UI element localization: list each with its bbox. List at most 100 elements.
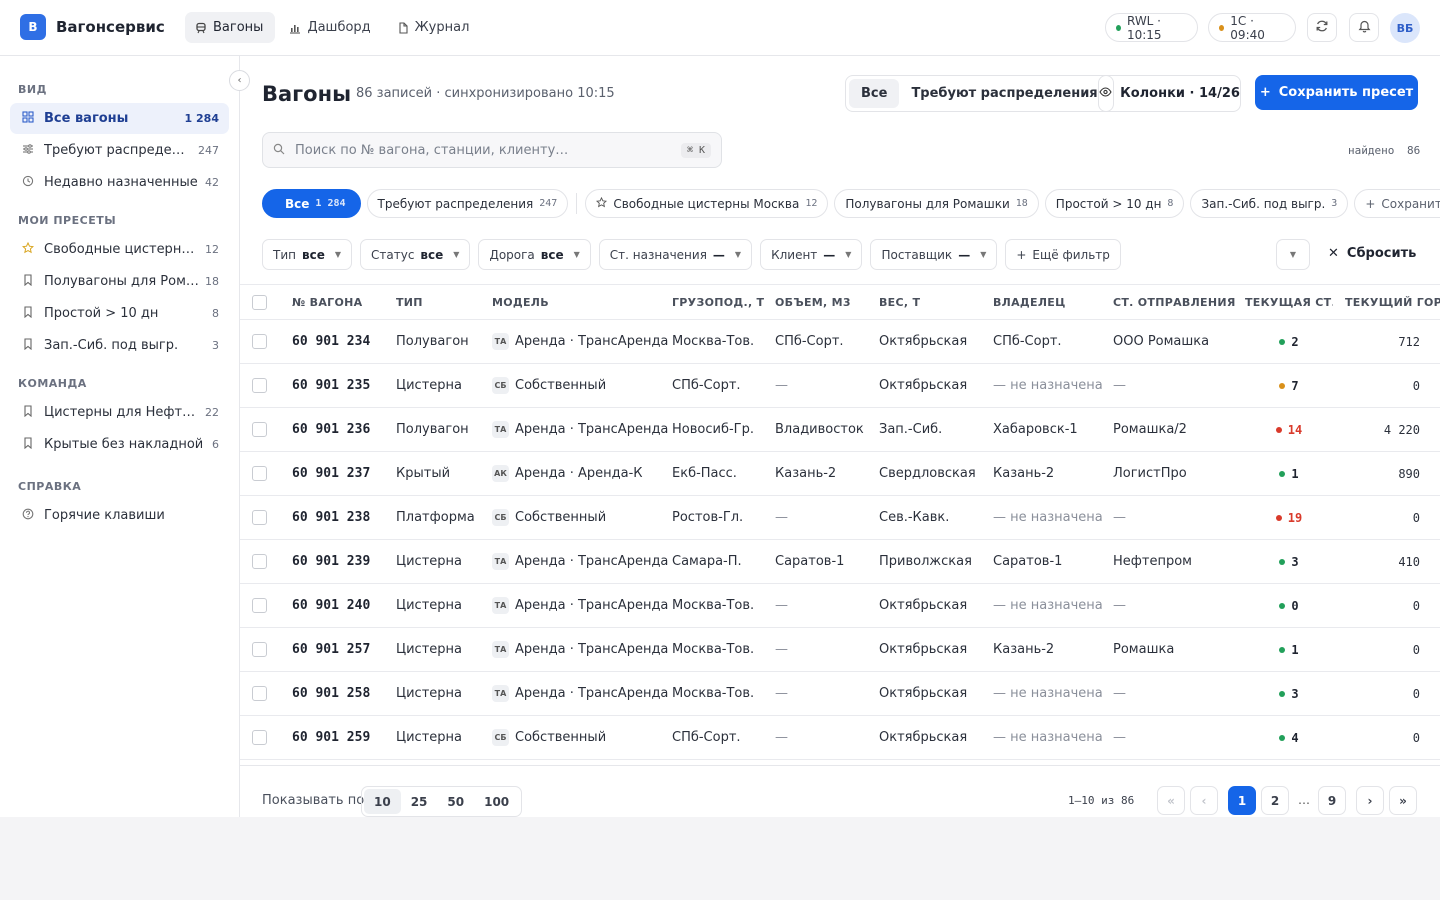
page-size-25[interactable]: 25 <box>401 789 438 814</box>
segment-need-distribution[interactable]: Требуют распределения <box>899 79 1109 108</box>
chip-idle-10-days[interactable]: Простой > 10 дн 8 <box>1044 189 1185 218</box>
filter-client[interactable]: Клиент — ▼ <box>760 239 863 270</box>
chip-gondolas-romashka[interactable]: Полувагоны для Ромашки 18 <box>834 189 1039 218</box>
table-row[interactable]: 60 901 237 Крытый АК Аренда · Аренда-К Екб-П… <box>240 451 1440 496</box>
nav-item-railcars[interactable]: Вагоны <box>185 12 276 43</box>
row-checkbox[interactable] <box>252 598 267 613</box>
railcar-number[interactable]: 60 901 258 <box>292 671 396 716</box>
column-header[interactable]: СТ. ОТПРАВЛЕНИЯ <box>1113 284 1245 320</box>
railcar-number[interactable]: 60 901 238 <box>292 495 396 540</box>
view-segmented-control: Все Требуют распределения <box>845 75 1114 112</box>
row-checkbox[interactable] <box>252 466 267 481</box>
app-logo[interactable]: В <box>20 14 46 40</box>
nav-item-dashboard[interactable]: Дашборд <box>279 12 382 43</box>
filter-supplier[interactable]: Поставщик — ▼ <box>870 239 998 270</box>
chip-save-current[interactable]: + Сохранить текущий <box>1354 189 1440 218</box>
table-row[interactable]: 60 901 236 Полувагон ТА Аренда · ТрансАренд… <box>240 407 1440 452</box>
chip-need-distribution[interactable]: Требуют распределения 247 <box>366 189 569 218</box>
notifications-button[interactable] <box>1349 13 1379 42</box>
add-filter-button[interactable]: + Ещё фильтр <box>1005 239 1121 270</box>
column-header[interactable]: МОДЕЛЬ <box>492 284 672 320</box>
row-checkbox[interactable] <box>252 422 267 437</box>
sidebar-preset-idle-10-days[interactable]: Простой > 10 дн 8 <box>10 298 229 329</box>
sidebar-item-need-distribution[interactable]: Требуют распределения 247 <box>10 135 229 166</box>
filter-value: все <box>540 247 564 262</box>
filter-type[interactable]: Тип все ▼ <box>262 239 352 270</box>
status-dot-icon <box>1279 603 1286 609</box>
railcar-number[interactable]: 60 901 259 <box>292 715 396 760</box>
select-all-checkbox[interactable] <box>252 294 267 310</box>
page-size-label: Показывать по <box>262 793 365 808</box>
page-size-50[interactable]: 50 <box>437 789 474 814</box>
row-checkbox[interactable] <box>252 730 267 745</box>
table-row[interactable]: 60 901 234 Полувагон ТА Аренда · ТрансАренд… <box>240 319 1440 364</box>
railcar-number[interactable]: 60 901 240 <box>292 583 396 628</box>
status-1c[interactable]: 1С · 09:40 <box>1208 13 1296 42</box>
row-checkbox[interactable] <box>252 554 267 569</box>
page-9-button[interactable]: 9 <box>1318 786 1346 815</box>
railcar-number[interactable]: 60 901 237 <box>292 451 396 496</box>
table-row[interactable]: 60 901 257 Цистерна ТА Аренда · ТрансАренда… <box>240 627 1440 672</box>
last-page-button[interactable]: » <box>1389 786 1417 815</box>
search-input[interactable] <box>295 142 681 158</box>
cell-current-city: 0 <box>1333 671 1440 716</box>
column-header[interactable]: ТЕКУЩИЙ ГОРОД <box>1333 284 1440 320</box>
row-checkbox[interactable] <box>252 686 267 701</box>
reset-filters-button[interactable]: ✕ Сбросить <box>1328 246 1416 261</box>
first-page-button[interactable]: « <box>1157 786 1185 815</box>
nav-item-journal[interactable]: Журнал <box>387 12 482 43</box>
sidebar-preset-free-tanks-moscow[interactable]: Свободные цистерны Москва 12 <box>10 234 229 265</box>
railcar-number[interactable]: 60 901 239 <box>292 539 396 584</box>
status-rwl[interactable]: RWL · 10:15 <box>1105 13 1198 42</box>
sidebar-team-tanks-neftprom[interactable]: Цистерны для Нефтепром 22 <box>10 397 229 428</box>
railcar-number[interactable]: 60 901 235 <box>292 363 396 408</box>
sidebar-preset-west-siberia[interactable]: Зап.-Сиб. под выгр. 3 <box>10 330 229 361</box>
column-header[interactable]: ТИП <box>396 284 492 320</box>
filter-road[interactable]: Дорога все ▼ <box>478 239 591 270</box>
save-preset-button[interactable]: + Сохранить пресет <box>1255 75 1418 110</box>
column-header[interactable]: № ВАГОНА <box>292 284 396 320</box>
column-header[interactable]: ВЛАДЕЛЕЦ <box>993 284 1113 320</box>
filter-destination[interactable]: Ст. назначения — ▼ <box>598 239 753 270</box>
sidebar-item-recently-assigned[interactable]: Недавно назначенные 42 <box>10 167 229 198</box>
chip-west-siberia[interactable]: Зап.-Сиб. под выгр. 3 <box>1190 189 1349 218</box>
filters-expand-button[interactable]: ▼ <box>1276 239 1310 270</box>
table-row[interactable]: 60 901 259 Цистерна СБ Собственный СПб-Сорт.… <box>240 715 1440 760</box>
table-row[interactable]: 60 901 258 Цистерна ТА Аренда · ТрансАренда… <box>240 671 1440 716</box>
sidebar-team-covered-no-waybill[interactable]: Крытые без накладной 6 <box>10 429 229 460</box>
row-checkbox[interactable] <box>252 334 267 349</box>
columns-button[interactable]: Колонки · 14/26 <box>1098 75 1241 112</box>
page-2-button[interactable]: 2 <box>1261 786 1289 815</box>
sidebar-preset-gondolas-romashka[interactable]: Полувагоны для Ромашки 18 <box>10 266 229 297</box>
chip-all[interactable]: Все 1 284 <box>262 189 361 218</box>
page-size-100[interactable]: 100 <box>474 789 519 814</box>
column-header[interactable]: ГРУЗОПОД., Т <box>672 284 775 320</box>
railcar-number[interactable]: 60 901 234 <box>292 319 396 364</box>
filter-status[interactable]: Статус все ▼ <box>360 239 471 270</box>
railcar-number[interactable]: 60 901 257 <box>292 627 396 672</box>
sidebar-item-all-railcars[interactable]: Все вагоны 1 284 <box>10 103 229 134</box>
table-row[interactable]: 60 901 240 Цистерна ТА Аренда · ТрансАренда… <box>240 583 1440 628</box>
user-avatar[interactable]: ВБ <box>1390 13 1420 43</box>
table-row[interactable]: 60 901 238 Платформа СБ Собственный Ростов-Г… <box>240 495 1440 540</box>
cell-volume: СПб-Сорт. <box>775 319 879 364</box>
column-header[interactable]: ВЕС, Т <box>879 284 993 320</box>
table-row[interactable]: 60 901 235 Цистерна СБ Собственный СПб-Сорт.… <box>240 363 1440 408</box>
sidebar-help-hotkeys[interactable]: Горячие клавиши <box>10 500 229 531</box>
row-checkbox[interactable] <box>252 378 267 393</box>
page-1-button[interactable]: 1 <box>1228 786 1256 815</box>
row-checkbox[interactable] <box>252 642 267 657</box>
sync-button[interactable] <box>1307 13 1337 42</box>
railcar-number[interactable]: 60 901 236 <box>292 407 396 452</box>
segment-all[interactable]: Все <box>849 79 900 108</box>
chip-label: Полувагоны для Ромашки <box>845 196 1010 211</box>
row-checkbox[interactable] <box>252 510 267 525</box>
page-size-10[interactable]: 10 <box>364 789 401 814</box>
column-header[interactable]: ТЕКУЩАЯ СТ. <box>1245 284 1333 320</box>
table-row[interactable]: 60 901 239 Цистерна ТА Аренда · ТрансАренда… <box>240 539 1440 584</box>
chip-free-tanks-moscow[interactable]: Свободные цистерны Москва 12 <box>585 189 829 218</box>
prev-page-button[interactable]: ‹ <box>1190 786 1218 815</box>
collapse-sidebar-button[interactable]: ‹ <box>229 70 250 91</box>
column-header[interactable]: ОБЪЕМ, М3 <box>775 284 879 320</box>
next-page-button[interactable]: › <box>1356 786 1384 815</box>
